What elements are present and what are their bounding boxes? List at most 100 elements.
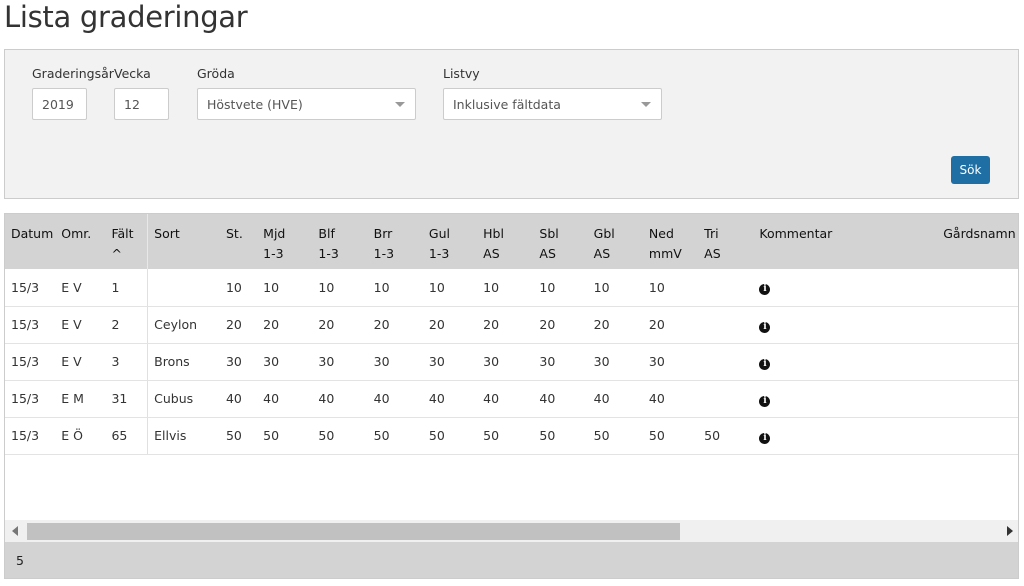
- view-select[interactable]: Inklusive fältdata: [443, 88, 662, 120]
- table-cell: 50: [533, 417, 588, 455]
- column-header-label: Gbl: [593, 226, 615, 241]
- column-header-label: St.: [225, 226, 243, 241]
- table-cell: 3: [105, 343, 148, 381]
- table-cell: 30: [533, 343, 588, 381]
- table-cell: 40: [367, 380, 423, 418]
- table-cell: 10: [477, 269, 534, 307]
- page-title: Lista graderingar: [4, 0, 248, 34]
- table-cell: Ellvis: [147, 417, 220, 455]
- crop-select[interactable]: Höstvete (HVE): [197, 88, 416, 120]
- table-cell: 15/3: [5, 380, 56, 418]
- table-row[interactable]: 15/3 E Ö 65 Ellvis 50 50 50 50 50 50 50 50 50 50 i: [5, 417, 1018, 455]
- table-row[interactable]: 15/3 E M 31 Cubus 40 40 40 40 40 40 40 40 40 i: [5, 380, 1018, 418]
- comment-cell: i: [753, 306, 938, 344]
- table-cell: 50: [642, 417, 699, 455]
- table-cell: 10: [422, 269, 478, 307]
- column-header-label: Mjd: [263, 226, 286, 241]
- table-cell: 10: [219, 269, 258, 307]
- table-cell: E V: [55, 306, 106, 344]
- table-cell: [937, 306, 1018, 344]
- column-header-unit: AS: [593, 246, 611, 261]
- column-header-label: Blf: [318, 226, 335, 241]
- table-cell: 20: [219, 306, 258, 344]
- column-header-unit: AS: [704, 246, 721, 261]
- column-header[interactable]: Mjd 1-3: [257, 214, 313, 269]
- table-cell: [698, 306, 754, 344]
- table-cell: Cubus: [147, 380, 220, 418]
- column-header-label: Fält ^: [111, 226, 134, 261]
- comment-cell: i: [753, 343, 938, 381]
- column-header-unit: AS: [483, 246, 500, 261]
- table-cell: [698, 380, 754, 418]
- table-cell: 20: [367, 306, 423, 344]
- scrollbar-thumb[interactable]: [27, 523, 681, 540]
- table-cell: 30: [587, 343, 643, 381]
- table-cell: 20: [642, 306, 699, 344]
- table-cell: 40: [219, 380, 258, 418]
- table-row[interactable]: 15/3 E V 2 Ceylon 20 20 20 20 20 20 20 20 20 i: [5, 306, 1018, 344]
- column-header[interactable]: Gbl AS: [587, 214, 643, 269]
- scroll-right-icon[interactable]: [1007, 526, 1013, 536]
- table-cell: 15/3: [5, 343, 56, 381]
- table-cell: 10: [257, 269, 313, 307]
- column-header-label: Kommentar: [759, 226, 833, 241]
- info-icon[interactable]: i: [759, 321, 771, 333]
- column-header[interactable]: Omr.: [55, 214, 106, 269]
- info-icon[interactable]: i: [759, 432, 771, 444]
- table-cell: 20: [477, 306, 534, 344]
- table-cell: 15/3: [5, 306, 56, 344]
- info-icon[interactable]: i: [759, 358, 771, 370]
- view-label: Listvy: [443, 66, 480, 81]
- table-cell: 50: [698, 417, 754, 455]
- comment-cell: i: [753, 417, 938, 455]
- week-label: Vecka: [114, 66, 151, 81]
- column-header-unit: 1-3: [263, 246, 284, 261]
- column-header[interactable]: Blf 1-3: [312, 214, 368, 269]
- table-cell: 20: [312, 306, 368, 344]
- search-button[interactable]: Sök: [951, 156, 990, 184]
- table-cell: 40: [642, 380, 699, 418]
- column-header-unit: 1-3: [428, 246, 450, 261]
- table-row[interactable]: 15/3 E V 1 10 10 10 10 10 10 10 10 10 i: [5, 269, 1018, 307]
- table-cell: 10: [367, 269, 423, 307]
- column-header[interactable]: Sort: [147, 214, 220, 269]
- column-header[interactable]: Kommentar: [753, 214, 938, 269]
- scroll-left-icon[interactable]: [12, 526, 18, 536]
- column-header-label: Ned: [648, 226, 674, 241]
- table-cell: 50: [587, 417, 643, 455]
- table-cell: [937, 380, 1018, 418]
- column-header[interactable]: St.: [219, 214, 258, 269]
- column-header-label: Brr: [373, 226, 393, 241]
- table-cell: [937, 417, 1018, 455]
- table-cell: 40: [312, 380, 368, 418]
- column-header-label: Gul: [428, 226, 450, 241]
- column-header-label: Gårdsnamn: [943, 226, 1016, 241]
- table-row[interactable]: 15/3 E V 3 Brons 30 30 30 30 30 30 30 30 30 i: [5, 343, 1018, 381]
- table-cell: 50: [312, 417, 368, 455]
- info-icon[interactable]: i: [759, 395, 771, 407]
- table-cell: 40: [477, 380, 534, 418]
- table-cell: 40: [533, 380, 588, 418]
- year-input[interactable]: 2019: [32, 88, 87, 120]
- table-cell: 10: [642, 269, 699, 307]
- column-header[interactable]: Fält ^: [105, 214, 148, 269]
- column-header-unit: 1-3: [373, 246, 395, 261]
- table-cell: [698, 269, 754, 307]
- column-header[interactable]: Tri AS: [698, 214, 754, 269]
- comment-cell: i: [753, 380, 938, 418]
- info-icon[interactable]: i: [759, 284, 771, 296]
- table-cell: Ceylon: [147, 306, 220, 344]
- column-header[interactable]: Gårdsnamn: [937, 214, 1018, 269]
- column-header[interactable]: Hbl AS: [477, 214, 534, 269]
- column-header[interactable]: Datum: [5, 214, 56, 269]
- table-cell: 31: [105, 380, 148, 418]
- column-header[interactable]: Ned mmV: [642, 214, 699, 269]
- column-header[interactable]: Sbl AS: [533, 214, 588, 269]
- table-cell: 10: [312, 269, 368, 307]
- column-header[interactable]: Gul 1-3: [422, 214, 478, 269]
- week-input[interactable]: 12: [114, 88, 169, 120]
- horizontal-scrollbar[interactable]: [5, 520, 1018, 542]
- table-cell: [147, 269, 220, 307]
- column-header[interactable]: Brr 1-3: [367, 214, 423, 269]
- table-cell: 40: [422, 380, 478, 418]
